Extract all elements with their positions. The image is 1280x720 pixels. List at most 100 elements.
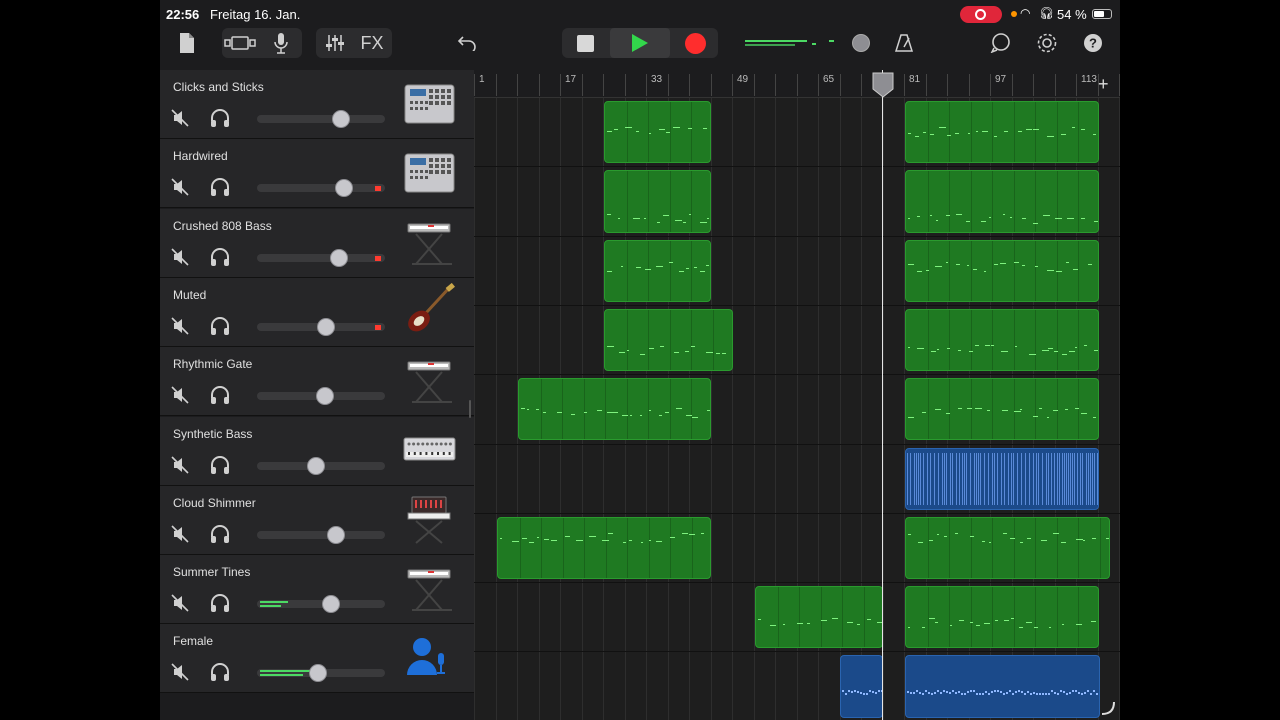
solo-headphones-icon[interactable] xyxy=(209,247,231,267)
midi-region[interactable] xyxy=(755,586,883,649)
mute-speaker-icon[interactable] xyxy=(171,317,189,335)
midi-region[interactable] xyxy=(905,239,1099,302)
metronome-icon[interactable] xyxy=(892,28,916,58)
screen-recording-indicator[interactable] xyxy=(960,6,1002,23)
ruler-tick xyxy=(646,74,647,96)
midi-region[interactable] xyxy=(905,378,1099,441)
midi-region[interactable] xyxy=(604,101,711,164)
track-volume-slider[interactable] xyxy=(257,664,385,683)
fx-label: FX xyxy=(360,32,384,53)
mute-speaker-icon[interactable] xyxy=(171,178,189,196)
add-section-button[interactable]: + xyxy=(1098,74,1109,95)
track-level-meter xyxy=(260,674,304,677)
timeline-ruler[interactable]: 1 17 33 49 65 81 97 113 xyxy=(474,70,1120,98)
mute-speaker-icon[interactable] xyxy=(171,594,189,612)
track-header[interactable]: Female xyxy=(160,624,474,694)
track-header[interactable]: Cloud Shimmer xyxy=(160,485,474,555)
tracks-arrangement-area[interactable] xyxy=(474,98,1120,720)
volume-slider-thumb[interactable] xyxy=(322,595,341,614)
bass-guitar-icon[interactable] xyxy=(402,282,457,338)
midi-region[interactable] xyxy=(604,239,711,302)
synth-module-icon[interactable] xyxy=(402,422,457,477)
midi-region[interactable] xyxy=(905,308,1099,372)
solo-headphones-icon[interactable] xyxy=(209,524,231,544)
audio-region[interactable] xyxy=(905,655,1100,718)
volume-slider-thumb[interactable] xyxy=(306,456,325,475)
track-header[interactable]: Hardwired xyxy=(160,139,474,209)
mixer-icon[interactable] xyxy=(320,28,350,58)
undo-icon[interactable] xyxy=(454,28,480,58)
help-icon[interactable]: ? xyxy=(1082,28,1104,58)
solo-headphones-icon[interactable] xyxy=(209,177,231,197)
volume-slider-thumb[interactable] xyxy=(327,525,346,544)
my-songs-icon[interactable] xyxy=(174,28,200,58)
volume-slider-thumb[interactable] xyxy=(315,387,334,406)
track-level-meter xyxy=(260,601,289,604)
track-header[interactable]: Synthetic Bass xyxy=(160,416,474,486)
midi-region[interactable] xyxy=(518,378,711,441)
mute-speaker-icon[interactable] xyxy=(171,248,189,266)
track-level-meter xyxy=(260,605,282,608)
track-header[interactable]: Clicks and Sticks xyxy=(160,70,474,139)
playhead-handle[interactable] xyxy=(871,72,895,98)
ruler-bar-number: 97 xyxy=(995,74,1007,85)
midi-region[interactable] xyxy=(497,516,711,580)
fx-button[interactable]: FX xyxy=(356,28,388,58)
track-header[interactable]: Rhythmic Gate xyxy=(160,347,474,417)
header-resize-handle[interactable] xyxy=(469,400,471,418)
keyboard-stand-icon[interactable] xyxy=(402,560,457,615)
audio-region[interactable] xyxy=(905,447,1099,510)
midi-region[interactable] xyxy=(604,170,711,233)
mute-speaker-icon[interactable] xyxy=(171,386,189,404)
track-volume-slider[interactable] xyxy=(257,387,385,406)
keyboard-stand-icon[interactable] xyxy=(402,352,457,407)
track-volume-slider[interactable] xyxy=(257,525,385,544)
drum-machine-icon[interactable] xyxy=(402,75,457,130)
midi-region[interactable] xyxy=(905,170,1099,233)
solo-headphones-icon[interactable] xyxy=(209,455,231,475)
mute-speaker-icon[interactable] xyxy=(171,663,189,681)
solo-headphones-icon[interactable] xyxy=(209,385,231,405)
solo-headphones-icon[interactable] xyxy=(209,662,231,682)
solo-headphones-icon[interactable] xyxy=(209,108,231,128)
vocalist-icon[interactable] xyxy=(402,629,457,684)
track-header[interactable]: Muted xyxy=(160,277,474,347)
record-button[interactable] xyxy=(680,28,710,58)
volume-slider-thumb[interactable] xyxy=(329,248,348,267)
microphone-icon[interactable] xyxy=(266,28,296,58)
volume-slider-thumb[interactable] xyxy=(332,110,351,128)
track-header[interactable]: Crushed 808 Bass xyxy=(160,208,474,278)
midi-region[interactable] xyxy=(604,308,733,372)
loop-browser-icon[interactable] xyxy=(988,28,1014,58)
master-volume-knob[interactable] xyxy=(852,34,870,52)
play-button[interactable] xyxy=(610,28,670,58)
keyboard-stand-icon[interactable] xyxy=(402,214,457,269)
track-volume-slider[interactable] xyxy=(257,110,385,128)
stop-button[interactable] xyxy=(570,28,600,58)
synth-stand-icon[interactable] xyxy=(402,491,457,546)
tracks-view-icon[interactable] xyxy=(222,28,260,58)
lane-separator xyxy=(474,304,1120,306)
track-name: Clicks and Sticks xyxy=(173,80,264,94)
zoom-corner-handle[interactable] xyxy=(1100,700,1116,716)
volume-slider-thumb[interactable] xyxy=(335,179,354,198)
drum-machine-icon[interactable] xyxy=(402,144,457,199)
midi-region[interactable] xyxy=(905,101,1099,164)
track-volume-slider[interactable] xyxy=(257,248,385,267)
solo-headphones-icon[interactable] xyxy=(209,593,231,613)
track-volume-slider[interactable] xyxy=(257,179,385,198)
settings-gear-icon[interactable] xyxy=(1034,28,1060,58)
mute-speaker-icon[interactable] xyxy=(171,525,189,543)
solo-headphones-icon[interactable] xyxy=(209,316,231,336)
volume-slider-thumb[interactable] xyxy=(317,317,336,336)
midi-region[interactable] xyxy=(905,516,1110,580)
track-volume-slider[interactable] xyxy=(257,317,385,336)
midi-region[interactable] xyxy=(905,586,1099,649)
track-volume-slider[interactable] xyxy=(257,595,385,614)
track-header[interactable]: Summer Tines xyxy=(160,555,474,625)
volume-slider-thumb[interactable] xyxy=(309,664,328,683)
track-volume-slider[interactable] xyxy=(257,456,385,475)
mute-speaker-icon[interactable] xyxy=(171,109,189,127)
audio-region[interactable] xyxy=(840,655,883,718)
mute-speaker-icon[interactable] xyxy=(171,455,189,474)
